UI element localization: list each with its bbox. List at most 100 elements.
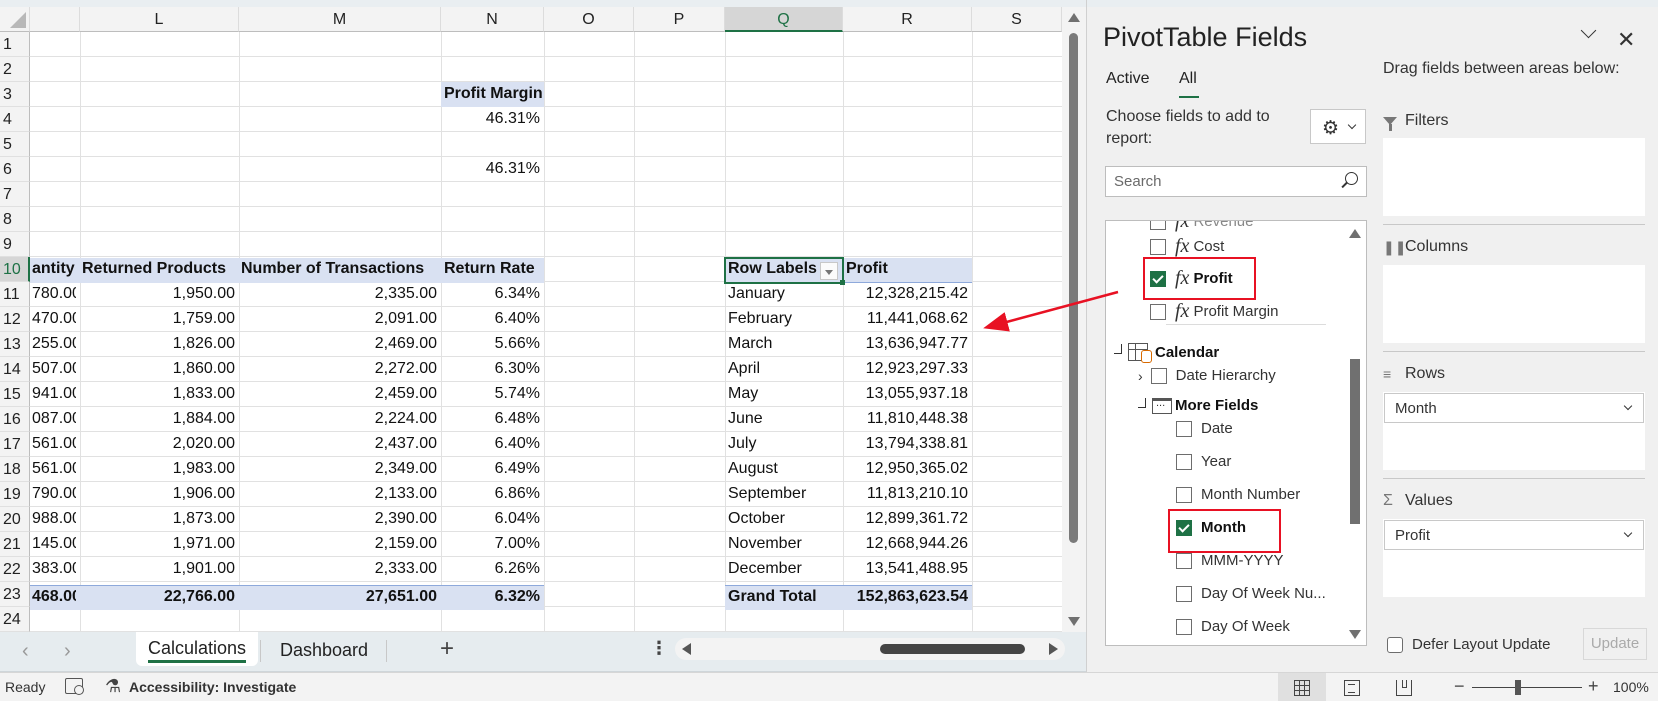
row-header-4[interactable]: 4 <box>0 107 30 132</box>
row-header-10[interactable]: 10 <box>0 257 30 282</box>
scroll-down-icon[interactable] <box>1349 630 1361 639</box>
row-header-11[interactable]: 11 <box>0 282 30 307</box>
row-header-6[interactable]: 6 <box>0 157 30 182</box>
table-cell[interactable]: 2,349.00 <box>239 460 437 478</box>
table-cell[interactable]: 6.86% <box>441 485 540 503</box>
pivot-month-cell[interactable]: May <box>728 385 840 403</box>
field-list-scrollbar[interactable] <box>1344 221 1366 645</box>
vertical-scrollbar[interactable] <box>1062 7 1086 632</box>
column-header-s[interactable]: S <box>972 7 1062 32</box>
table-cell[interactable]: 383.00 <box>32 560 76 578</box>
row-labels-filter-button[interactable] <box>820 262 838 280</box>
table-cell[interactable]: 6.34% <box>441 285 540 303</box>
table-cell[interactable]: 561.00 <box>32 460 76 478</box>
table-cell[interactable]: 1,759.00 <box>80 310 235 328</box>
tab-dashboard[interactable]: Dashboard <box>268 634 380 668</box>
row-header-14[interactable]: 14 <box>0 357 30 382</box>
table-cell[interactable]: 1,971.00 <box>80 535 235 553</box>
tab-calculations[interactable]: Calculations <box>136 632 259 666</box>
row-header-21[interactable]: 21 <box>0 532 30 557</box>
table-cell[interactable]: 7.00% <box>441 535 540 553</box>
close-icon[interactable]: ✕ <box>1617 27 1635 53</box>
field-list[interactable]: fx Revenue fx Cost fx Profit fx Profit Margi… <box>1105 220 1367 646</box>
update-button[interactable]: Update <box>1583 628 1647 660</box>
table-cell[interactable]: 2,335.00 <box>239 285 437 303</box>
total-cell[interactable]: 6.32% <box>441 588 540 606</box>
pivot-profit-cell[interactable]: 13,541,488.95 <box>843 560 968 578</box>
table-cell[interactable]: 2,020.00 <box>80 435 235 453</box>
table-cell[interactable]: 087.00 <box>32 410 76 428</box>
pivot-grand-total-value[interactable]: 152,863,623.54 <box>843 588 968 606</box>
pivot-profit-cell[interactable]: 11,441,068.62 <box>843 310 968 328</box>
row-header-18[interactable]: 18 <box>0 457 30 482</box>
normal-view-button[interactable] <box>1278 673 1326 701</box>
checkbox[interactable] <box>1176 486 1192 503</box>
column-title[interactable]: Returned Products <box>82 260 239 278</box>
table-cell[interactable]: 2,224.00 <box>239 410 437 428</box>
profit-margin-value[interactable]: 46.31% <box>441 110 540 128</box>
values-drop-area[interactable]: Profit <box>1383 519 1645 597</box>
field-revenue-partial[interactable]: fx Revenue <box>1150 221 1253 233</box>
total-cell[interactable]: 468.00 <box>32 588 76 606</box>
pivot-profit-cell[interactable]: 13,055,937.18 <box>843 385 968 403</box>
checkbox-date-hierarchy[interactable] <box>1150 367 1167 384</box>
table-cell[interactable]: 2,091.00 <box>239 310 437 328</box>
row-header-22[interactable]: 22 <box>0 557 30 582</box>
row-header-5[interactable]: 5 <box>0 132 30 157</box>
row-header-13[interactable]: 13 <box>0 332 30 357</box>
field-list-scroll-thumb[interactable] <box>1350 359 1360 524</box>
table-cell[interactable]: 2,333.00 <box>239 560 437 578</box>
pivot-profit-cell[interactable]: 12,328,215.42 <box>843 285 968 303</box>
rows-field-month[interactable]: Month <box>1384 393 1644 423</box>
tab-active[interactable]: Active <box>1106 70 1150 88</box>
values-field-profit[interactable]: Profit <box>1384 520 1644 550</box>
table-cell[interactable]: 1,884.00 <box>80 410 235 428</box>
table-cell[interactable]: 941.00 <box>32 385 76 403</box>
accessibility-status[interactable]: Accessibility: Investigate <box>129 679 296 695</box>
table-cell[interactable]: 255.00 <box>32 335 76 353</box>
horizontal-scroll-thumb[interactable] <box>880 644 1025 654</box>
pivot-month-cell[interactable]: March <box>728 335 840 353</box>
pivot-profit-header[interactable]: Profit <box>846 260 966 278</box>
zoom-level[interactable]: 100% <box>1613 679 1649 695</box>
table-cell[interactable]: 2,133.00 <box>239 485 437 503</box>
column-header-o[interactable]: O <box>544 7 634 32</box>
column-header-q[interactable]: Q <box>725 7 843 32</box>
pivot-profit-cell[interactable]: 12,668,944.26 <box>843 535 968 553</box>
field-day-of-week[interactable]: Day Of Week <box>1176 618 1290 635</box>
table-cell[interactable]: 1,901.00 <box>80 560 235 578</box>
vertical-scroll-thumb[interactable] <box>1069 33 1078 543</box>
total-cell[interactable]: 27,651.00 <box>239 588 437 606</box>
row-header-9[interactable]: 9 <box>0 232 30 257</box>
row-header-16[interactable]: 16 <box>0 407 30 432</box>
table-cell[interactable]: 6.48% <box>441 410 540 428</box>
table-calendar[interactable]: Calendar <box>1114 343 1219 363</box>
worksheet[interactable]: L M N O P Q R S 1 2 3 4 5 6 7 8 9 10 11 12 13 14 15 16 1… <box>0 0 1086 672</box>
rows-drop-area[interactable]: Month <box>1383 392 1645 470</box>
pivot-month-cell[interactable]: July <box>728 435 840 453</box>
page-break-preview-button[interactable] <box>1380 673 1428 701</box>
field-profit-margin[interactable]: fx Profit Margin <box>1150 300 1278 323</box>
checkbox[interactable] <box>1176 618 1192 635</box>
row-header-17[interactable]: 17 <box>0 432 30 457</box>
table-cell[interactable]: 6.30% <box>441 360 540 378</box>
row-header-20[interactable]: 20 <box>0 507 30 532</box>
table-cell[interactable]: 1,826.00 <box>80 335 235 353</box>
checkbox-cost[interactable] <box>1150 238 1166 255</box>
add-sheet-button[interactable]: + <box>440 635 454 663</box>
pivot-grand-total-label[interactable]: Grand Total <box>728 588 840 606</box>
pivot-profit-cell[interactable]: 12,950,365.02 <box>843 460 968 478</box>
pane-options-chevron-icon[interactable] <box>1582 28 1596 42</box>
zoom-slider[interactable] <box>1472 687 1582 688</box>
tab-all[interactable]: All <box>1179 70 1199 98</box>
filters-drop-area[interactable] <box>1383 138 1645 216</box>
pivot-profit-cell[interactable]: 12,899,361.72 <box>843 510 968 528</box>
defer-checkbox[interactable] <box>1387 636 1403 653</box>
checkbox[interactable] <box>1176 420 1192 437</box>
table-cell[interactable]: 790.00 <box>32 485 76 503</box>
column-header-k-partial[interactable] <box>30 7 80 32</box>
field-month-number[interactable]: Month Number <box>1176 486 1300 503</box>
defer-layout-update[interactable]: Defer Layout Update <box>1387 636 1550 653</box>
pivot-profit-cell[interactable]: 13,794,338.81 <box>843 435 968 453</box>
column-header-n[interactable]: N <box>441 7 544 32</box>
